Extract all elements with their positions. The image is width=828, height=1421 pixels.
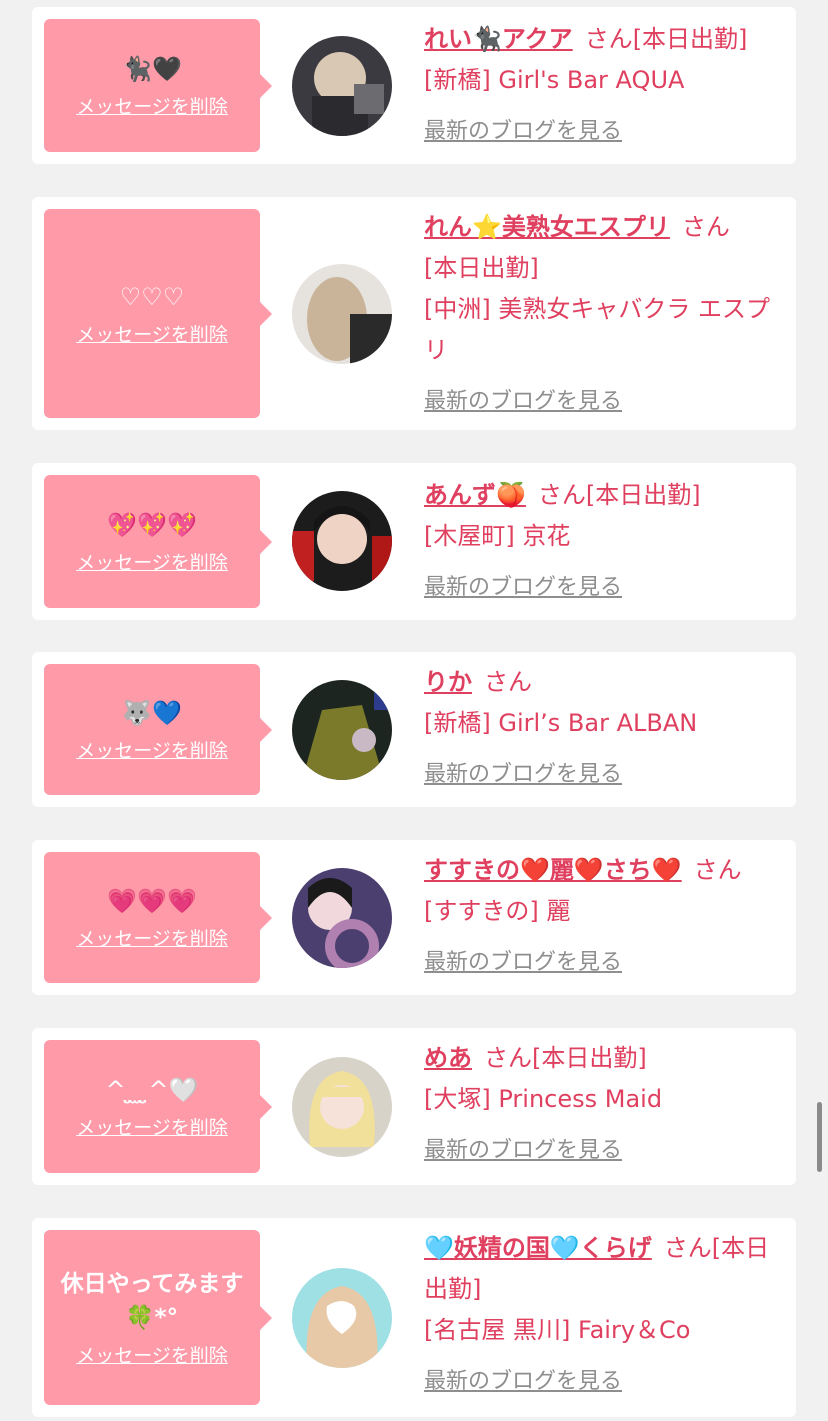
delete-message-link[interactable]: メッセージを削除 [76, 92, 228, 119]
status-label: [本日出勤] [532, 1044, 647, 1072]
cast-name-line: 🩵妖精の国🩵くらげ さん[本日出勤] [424, 1228, 786, 1310]
latest-blog-link[interactable]: 最新のブログを見る [424, 381, 622, 422]
avatar-photo-icon [292, 680, 392, 780]
avatar[interactable] [292, 264, 392, 364]
scrollbar[interactable] [817, 1102, 822, 1172]
cast-name-link[interactable]: すすきの❤️麗❤️さち❤️ [424, 856, 682, 884]
delete-message-link[interactable]: メッセージを削除 [76, 1341, 228, 1368]
latest-blog-link[interactable]: 最新のブログを見る [424, 111, 622, 152]
san-label: さん [584, 25, 633, 53]
status-label: [本日出勤] [585, 481, 701, 509]
message-card: ♡♡♡ メッセージを削除 れん⭐美熟女エスプリ さん [本日出勤] [中洲] 美熟… [32, 197, 796, 430]
message-card: 💖💖💖 メッセージを削除 あんず🍑 さん[本日出勤] [木屋町] 京花 最新のブロ… [32, 463, 796, 620]
message-text: 🐈‍⬛🖤 [122, 55, 182, 83]
cast-info: すすきの❤️麗❤️さち❤️ さん [すすきの] 麗 最新のブログを見る [424, 850, 786, 983]
latest-blog-link[interactable]: 最新のブログを見る [424, 754, 622, 795]
cast-name-line: すすきの❤️麗❤️さち❤️ さん [424, 850, 786, 891]
latest-blog-link[interactable]: 最新のブログを見る [424, 1130, 622, 1171]
cast-name-line: めあ さん[本日出勤] [424, 1038, 786, 1079]
cast-name-line: れん⭐美熟女エスプリ さん [424, 207, 786, 248]
avatar-photo-icon [292, 491, 392, 591]
message-card: ^ ̤̮ ̫ ̤̮^🤍 メッセージを削除 めあ さん[本日出勤] [大塚] Pri… [32, 1028, 796, 1185]
message-bubble: 🐺💙 メッセージを削除 [44, 664, 272, 795]
status-label: [本日出勤] [424, 254, 539, 282]
status-label: [本日出勤] [632, 25, 748, 53]
message-bubble: ♡♡♡ メッセージを削除 [44, 209, 272, 418]
message-bubble: 💗💗💗 メッセージを削除 [44, 852, 272, 983]
shop-label: [新橋] Girl's Bar AQUA [424, 66, 685, 94]
shop-label: [大塚] Princess Maid [424, 1085, 663, 1113]
message-card: 🐺💙 メッセージを削除 りか さん [新橋] Girl’s Bar ALBAN 最… [32, 652, 796, 807]
message-bubble: 休日やってみます🍀*° メッセージを削除 [44, 1230, 272, 1405]
latest-blog-link[interactable]: 最新のブログを見る [424, 567, 622, 608]
san-label: さん [693, 856, 742, 884]
message-text: 💖💖💖 [107, 511, 197, 539]
san-label: さん [484, 668, 532, 696]
cast-name-link[interactable]: 🩵妖精の国🩵くらげ [424, 1234, 652, 1262]
message-bubble: 🐈‍⬛🖤 メッセージを削除 [44, 19, 272, 152]
avatar[interactable] [292, 1268, 392, 1368]
cast-name-link[interactable]: れん⭐美熟女エスプリ [424, 213, 670, 241]
cast-name-link[interactable]: れい🐈‍⬛アクア [424, 25, 573, 53]
avatar-photo-icon [292, 1057, 392, 1157]
cast-info: れん⭐美熟女エスプリ さん [本日出勤] [中洲] 美熟女キャバクラ エスプリ 最… [424, 207, 786, 422]
message-bubble: 💖💖💖 メッセージを削除 [44, 475, 272, 608]
message-text: 休日やってみます🍀*° [60, 1271, 244, 1331]
latest-blog-link[interactable]: 最新のブログを見る [424, 1361, 622, 1402]
avatar[interactable] [292, 680, 392, 780]
cast-name-line: りか さん [424, 662, 786, 703]
delete-message-link[interactable]: メッセージを削除 [76, 736, 228, 763]
avatar-photo-icon [292, 868, 392, 968]
avatar[interactable] [292, 868, 392, 968]
avatar-photo-icon [292, 36, 392, 136]
delete-message-link[interactable]: メッセージを削除 [76, 1113, 228, 1140]
san-label: さん [537, 481, 586, 509]
shop-label: [新橋] Girl’s Bar ALBAN [424, 709, 698, 737]
san-label: さん [681, 213, 730, 241]
avatar[interactable] [292, 1057, 392, 1157]
message-bubble: ^ ̤̮ ̫ ̤̮^🤍 メッセージを削除 [44, 1040, 272, 1173]
shop-label: [名古屋 黒川] Fairy＆Co [424, 1316, 691, 1344]
cast-info: めあ さん[本日出勤] [大塚] Princess Maid 最新のブログを見る [424, 1038, 786, 1171]
delete-message-link[interactable]: メッセージを削除 [76, 320, 228, 347]
cast-name-line: れい🐈‍⬛アクア さん[本日出勤] [424, 19, 786, 60]
cast-name-link[interactable]: りか [424, 668, 472, 696]
delete-message-link[interactable]: メッセージを削除 [76, 548, 228, 575]
message-card: 休日やってみます🍀*° メッセージを削除 🩵妖精の国🩵くらげ さん[本日出勤] [… [32, 1218, 796, 1417]
cast-info: りか さん [新橋] Girl’s Bar ALBAN 最新のブログを見る [424, 662, 786, 795]
shop-label: [中洲] 美熟女キャバクラ エスプリ [424, 295, 770, 364]
cast-name-link[interactable]: あんず🍑 [424, 481, 526, 509]
san-label: さん [663, 1234, 712, 1262]
cast-info: あんず🍑 さん[本日出勤] [木屋町] 京花 最新のブログを見る [424, 475, 786, 608]
avatar[interactable] [292, 36, 392, 136]
cast-info: れい🐈‍⬛アクア さん[本日出勤] [新橋] Girl's Bar AQUA 最新… [424, 19, 786, 152]
message-text: ^ ̤̮ ̫ ̤̮^🤍 [105, 1076, 199, 1104]
cast-name-line: あんず🍑 さん[本日出勤] [424, 475, 786, 516]
message-card: 🐈‍⬛🖤 メッセージを削除 れい🐈‍⬛アクア さん[本日出勤] [新橋] Girl… [32, 7, 796, 164]
cast-info: 🩵妖精の国🩵くらげ さん[本日出勤] [名古屋 黒川] Fairy＆Co 最新のブ… [424, 1228, 786, 1402]
message-text: 💗💗💗 [107, 887, 197, 915]
avatar-photo-icon [292, 264, 392, 364]
shop-label: [すすきの] 麗 [424, 897, 571, 925]
latest-blog-link[interactable]: 最新のブログを見る [424, 942, 622, 983]
message-list-page: 🐈‍⬛🖤 メッセージを削除 れい🐈‍⬛アクア さん[本日出勤] [新橋] Girl… [0, 0, 828, 1421]
message-text: ♡♡♡ [119, 283, 185, 311]
shop-label: [木屋町] 京花 [424, 522, 571, 550]
message-text: 🐺💙 [122, 699, 182, 727]
message-card: 💗💗💗 メッセージを削除 すすきの❤️麗❤️さち❤️ さん [すすきの] 麗 最新… [32, 840, 796, 995]
cast-name-link[interactable]: めあ [424, 1044, 472, 1072]
delete-message-link[interactable]: メッセージを削除 [76, 924, 228, 951]
avatar[interactable] [292, 491, 392, 591]
san-label: さん [484, 1044, 532, 1072]
avatar-photo-icon [292, 1268, 392, 1368]
